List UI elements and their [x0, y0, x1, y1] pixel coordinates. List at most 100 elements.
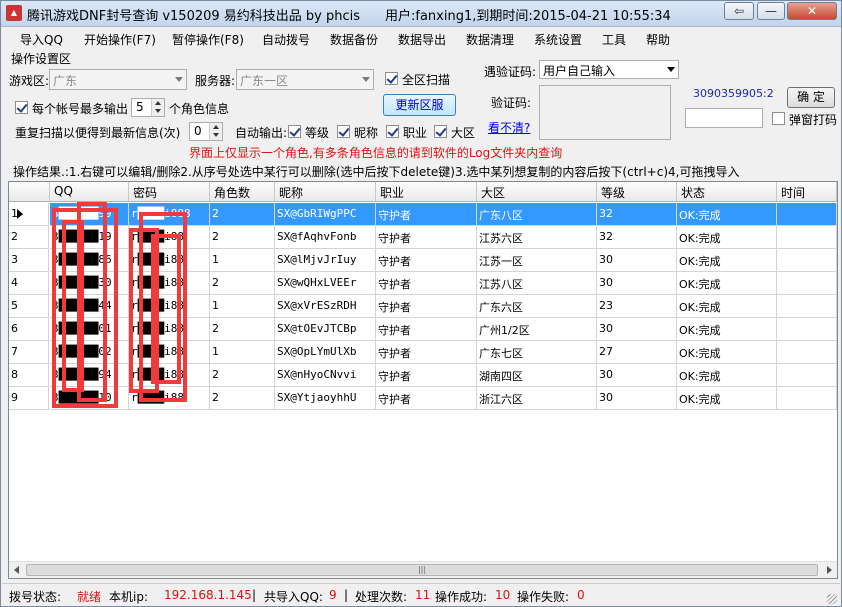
cell-area[interactable]: 江苏八区 [477, 272, 597, 295]
menu-help[interactable]: 帮助 [646, 31, 670, 48]
row-index[interactable]: 9 [9, 387, 49, 410]
cell-roles[interactable]: 2 [210, 203, 275, 226]
row-index[interactable]: 4 [9, 272, 49, 295]
row-index[interactable]: 2 [9, 226, 49, 249]
cell-area[interactable]: 广州1/2区 [477, 318, 597, 341]
menu-start[interactable]: 开始操作(F7) [84, 31, 156, 48]
auto-level-checkbox[interactable] [288, 125, 301, 138]
header-area[interactable]: 大区 [477, 182, 597, 202]
max-output-stepper[interactable]: 5 [131, 98, 165, 117]
cell-status[interactable]: OK:完成 [677, 249, 777, 272]
cell-level[interactable]: 23 [597, 295, 677, 318]
cell-area[interactable]: 广东七区 [477, 341, 597, 364]
header-status[interactable]: 状态 [677, 182, 777, 202]
game-area-select[interactable]: 广东 [49, 69, 187, 90]
scroll-left-icon[interactable] [14, 566, 19, 574]
result-table[interactable]: QQ 密码 角色数 昵称 职业 大区 等级 状态 时间 1 3██████99 r█… [8, 181, 838, 579]
menu-cleanup[interactable]: 数据清理 [466, 31, 514, 48]
row-index[interactable]: 1 [9, 203, 49, 226]
back-button[interactable]: ⇦ [724, 2, 754, 20]
cell-level[interactable]: 30 [597, 364, 677, 387]
cell-level[interactable]: 32 [597, 203, 677, 226]
cell-level[interactable]: 30 [597, 272, 677, 295]
cell-job[interactable]: 守护者 [376, 272, 477, 295]
captcha-refresh-link[interactable]: 看不清? [488, 119, 530, 136]
cell-status[interactable]: OK:完成 [677, 364, 777, 387]
menu-auto-dial[interactable]: 自动拨号 [262, 31, 310, 48]
captcha-input[interactable] [685, 108, 763, 128]
horizontal-scrollbar[interactable]: ||| [9, 561, 837, 578]
cell-time[interactable] [777, 364, 837, 387]
cell-roles[interactable]: 1 [210, 249, 275, 272]
cell-time[interactable] [777, 295, 837, 318]
cell-area[interactable]: 江苏六区 [477, 226, 597, 249]
update-server-button[interactable]: 更新区服 [383, 94, 456, 116]
confirm-button[interactable]: 确 定 [787, 87, 835, 108]
title-bar[interactable]: ▲ 腾讯游戏DNF封号查询 v150209 易约科技出品 by phcis 用户… [1, 1, 841, 27]
cell-time[interactable] [777, 249, 837, 272]
cell-level[interactable]: 30 [597, 318, 677, 341]
max-output-checkbox[interactable] [15, 101, 28, 114]
cell-nick[interactable]: SX@xVrESzRDH [275, 295, 376, 318]
cell-nick[interactable]: SX@nHyoCNvvi [275, 364, 376, 387]
menu-import-qq[interactable]: 导入QQ [20, 31, 63, 48]
close-button[interactable]: ✕ [787, 2, 837, 20]
server-select[interactable]: 广东一区 [236, 69, 374, 90]
cell-job[interactable]: 守护者 [376, 249, 477, 272]
table-row[interactable]: 1 3██████99 r████i888 2 SX@GbRIWgPPC 守护者 广东八区 3… [9, 203, 837, 226]
cell-time[interactable] [777, 318, 837, 341]
row-index[interactable]: 8 [9, 364, 49, 387]
row-index[interactable]: 6 [9, 318, 49, 341]
cell-nick[interactable]: SX@tOEvJTCBp [275, 318, 376, 341]
cell-roles[interactable]: 1 [210, 341, 275, 364]
header-level[interactable]: 等级 [597, 182, 677, 202]
scroll-right-icon[interactable] [827, 566, 832, 574]
menu-backup[interactable]: 数据备份 [330, 31, 378, 48]
cell-area[interactable]: 浙江六区 [477, 387, 597, 410]
header-nickname[interactable]: 昵称 [275, 182, 376, 202]
cell-job[interactable]: 守护者 [376, 387, 477, 410]
cell-job[interactable]: 守护者 [376, 226, 477, 249]
row-index[interactable]: 5 [9, 295, 49, 318]
cell-job[interactable]: 守护者 [376, 341, 477, 364]
cell-area[interactable]: 江苏一区 [477, 249, 597, 272]
all-scan-checkbox[interactable] [385, 72, 398, 85]
scroll-thumb[interactable]: ||| [26, 564, 818, 576]
cell-level[interactable]: 30 [597, 249, 677, 272]
cell-status[interactable]: OK:完成 [677, 226, 777, 249]
stepper-buttons[interactable] [151, 99, 164, 116]
cell-area[interactable]: 湖南四区 [477, 364, 597, 387]
cell-nick[interactable]: SX@YtjaoyhhU [275, 387, 376, 410]
cell-roles[interactable]: 2 [210, 318, 275, 341]
header-time[interactable]: 时间 [777, 182, 837, 202]
cell-time[interactable] [777, 226, 837, 249]
cell-roles[interactable]: 2 [210, 387, 275, 410]
header-roles[interactable]: 角色数 [210, 182, 275, 202]
cell-status[interactable]: OK:完成 [677, 318, 777, 341]
cell-nick[interactable]: SX@fAqhvFonb [275, 226, 376, 249]
header-job[interactable]: 职业 [376, 182, 477, 202]
auto-area-checkbox[interactable] [434, 125, 447, 138]
cell-roles[interactable]: 2 [210, 364, 275, 387]
cell-nick[interactable]: SX@OpLYmUlXb [275, 341, 376, 364]
cell-time[interactable] [777, 387, 837, 410]
cell-time[interactable] [777, 272, 837, 295]
cell-status[interactable]: OK:完成 [677, 295, 777, 318]
row-index[interactable]: 3 [9, 249, 49, 272]
cell-nick[interactable]: SX@wQHxLVEEr [275, 272, 376, 295]
cell-level[interactable]: 30 [597, 387, 677, 410]
cell-area[interactable]: 广东八区 [477, 203, 597, 226]
cell-status[interactable]: OK:完成 [677, 341, 777, 364]
header-password[interactable]: 密码 [129, 182, 210, 202]
cell-area[interactable]: 广东六区 [477, 295, 597, 318]
rescan-stepper[interactable]: 0 [189, 122, 223, 141]
cell-level[interactable]: 27 [597, 341, 677, 364]
row-index[interactable]: 7 [9, 341, 49, 364]
cell-job[interactable]: 守护者 [376, 364, 477, 387]
header-index[interactable] [9, 182, 50, 202]
cell-time[interactable] [777, 203, 837, 226]
cell-roles[interactable]: 2 [210, 272, 275, 295]
cell-roles[interactable]: 1 [210, 295, 275, 318]
cell-nick[interactable]: SX@GbRIWgPPC [275, 203, 376, 226]
cell-roles[interactable]: 2 [210, 226, 275, 249]
